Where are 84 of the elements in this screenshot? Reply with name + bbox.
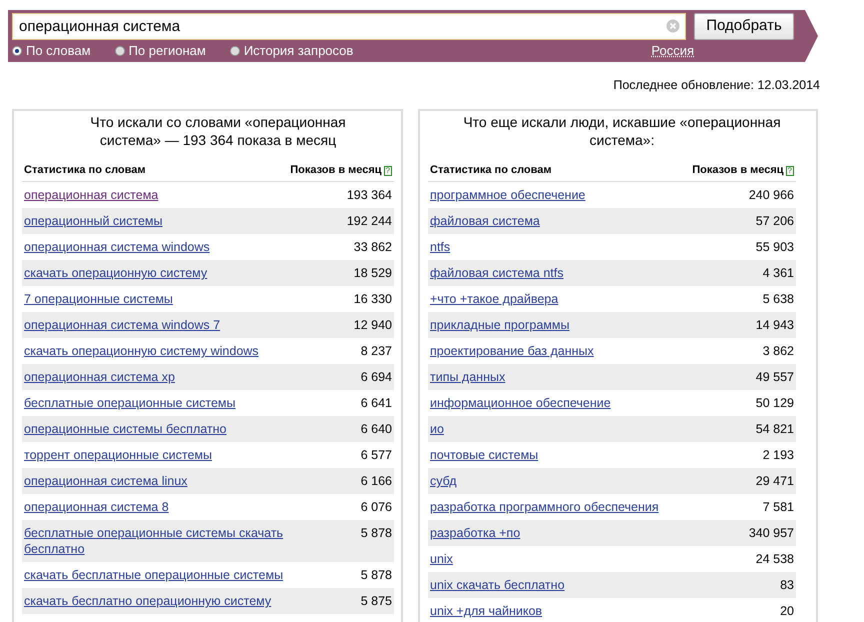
count-text: 6 640 xyxy=(360,421,392,438)
keyword-link[interactable]: почтовые системы xyxy=(430,447,538,464)
keyword-link[interactable]: типы данных xyxy=(430,369,506,386)
keyword-link[interactable]: бесплатные операционные системы xyxy=(24,395,236,412)
count-text: 3 862 xyxy=(762,343,794,360)
keyword-link[interactable]: +что +такое драйвера xyxy=(430,291,558,308)
keyword-link[interactable]: операционная система windows 7 xyxy=(24,317,220,334)
count-text: 12 940 xyxy=(354,317,392,334)
count-text: 340 957 xyxy=(748,525,794,542)
last-update-text: Последнее обновление: 12.03.2014 xyxy=(612,77,820,94)
keyword-link[interactable]: информационное обеспечение xyxy=(430,395,611,412)
keyword-link[interactable]: unix +для чайников xyxy=(430,603,542,620)
keyword-link[interactable]: скачать операционную систему xyxy=(24,265,208,282)
radio-label[interactable]: По регионам xyxy=(128,41,206,61)
keyword-link[interactable]: ио xyxy=(430,421,444,438)
radio-button[interactable] xyxy=(114,46,125,56)
count-text: 2 193 xyxy=(762,447,794,464)
count-text: 5 878 xyxy=(360,525,392,542)
keyword-link[interactable]: операционные системы бесплатно xyxy=(24,421,226,438)
radio-label[interactable]: По словам xyxy=(26,41,91,61)
keyword-link[interactable]: unix скачать бесплатно xyxy=(430,577,565,594)
radio-button[interactable] xyxy=(230,46,240,56)
count-text: 4 361 xyxy=(762,265,794,282)
count-text: 16 330 xyxy=(354,291,392,308)
keyword-link[interactable]: разработка +по xyxy=(430,525,520,542)
keyword-link[interactable]: скачать бесплатные операционные системы xyxy=(24,567,284,584)
keyword-link[interactable]: операционная система xp xyxy=(24,369,175,386)
count-text: 20 xyxy=(780,603,794,620)
count-text: 192 244 xyxy=(346,213,392,230)
column-header: Статистика по словам xyxy=(430,162,552,178)
count-text: 5 878 xyxy=(360,567,392,584)
keyword-link[interactable]: торрент операционные системы xyxy=(24,447,212,464)
keyword-link[interactable]: файловая система xyxy=(430,213,540,230)
count-text: 29 471 xyxy=(756,473,794,490)
count-text: 49 557 xyxy=(756,369,794,386)
search-button[interactable]: Подобрать xyxy=(694,13,794,40)
count-text: 8 237 xyxy=(360,343,392,360)
count-text: 7 581 xyxy=(762,499,794,516)
region-link[interactable]: Россия xyxy=(651,41,694,61)
count-text: 24 538 xyxy=(756,551,794,568)
count-text: 6 694 xyxy=(360,369,392,386)
keyword-link[interactable]: 7 операционные системы xyxy=(24,291,173,308)
radio-label[interactable]: История запросов xyxy=(244,41,354,61)
keyword-link[interactable]: файловая система ntfs xyxy=(430,265,564,282)
keyword-link[interactable]: операционная система linux xyxy=(24,473,188,490)
count-text: 5 638 xyxy=(762,291,794,308)
keyword-link[interactable]: unix xyxy=(430,551,453,568)
count-text: 193 364 xyxy=(346,187,392,204)
keyword-link[interactable]: проектирование баз данных xyxy=(430,343,594,360)
count-text: 54 821 xyxy=(756,421,794,438)
keyword-link[interactable]: бесплатные операционные системы скачать бесплатно xyxy=(24,525,286,558)
keyword-link[interactable]: операционная система xyxy=(24,187,158,204)
count-text: 33 862 xyxy=(354,239,392,256)
count-text: 18 529 xyxy=(354,265,392,282)
radio-button[interactable] xyxy=(12,46,22,56)
column-header: Показов в месяц xyxy=(290,164,382,176)
keyword-link[interactable]: ntfs xyxy=(430,239,450,256)
keyword-link[interactable]: операционная система windows xyxy=(24,239,210,256)
count-text: 6 076 xyxy=(360,499,392,516)
count-text: 6 166 xyxy=(360,473,392,490)
keyword-link[interactable]: прикладные программы xyxy=(430,317,570,334)
keyword-link[interactable]: операционный системы xyxy=(24,213,163,230)
keyword-link[interactable]: скачать бесплатно операционную систему xyxy=(24,593,272,610)
keyword-link[interactable]: скачать операционную систему windows xyxy=(24,343,259,360)
count-text: 5 875 xyxy=(360,593,392,610)
help-icon[interactable]: ? xyxy=(384,166,392,176)
count-text: 57 206 xyxy=(756,213,794,230)
keyword-link[interactable]: операционная система 8 xyxy=(24,499,169,516)
keyword-link[interactable]: субд xyxy=(430,473,457,490)
count-text: 55 903 xyxy=(756,239,794,256)
count-text: 14 943 xyxy=(756,317,794,334)
keyword-link[interactable]: разработка программного обеспечения xyxy=(430,499,659,516)
keyword-link[interactable]: программное обеспечение xyxy=(430,187,586,204)
column-header: Статистика по словам xyxy=(24,162,146,178)
count-text: 6 577 xyxy=(360,447,392,464)
search-field[interactable]: операционная система xyxy=(12,13,686,40)
count-text: 50 129 xyxy=(756,395,794,412)
help-icon[interactable]: ? xyxy=(786,166,794,176)
count-text: 240 966 xyxy=(748,187,794,204)
count-text: 83 xyxy=(780,577,794,594)
column-header: Показов в месяц xyxy=(692,164,784,176)
count-text: 6 641 xyxy=(360,395,392,412)
panel-title: Что искали со словами «операционная система» — 193 364 показа в месяц xyxy=(89,112,347,150)
panel-title: Что еще искали люди, искавшие «операционная система»: xyxy=(462,112,782,150)
